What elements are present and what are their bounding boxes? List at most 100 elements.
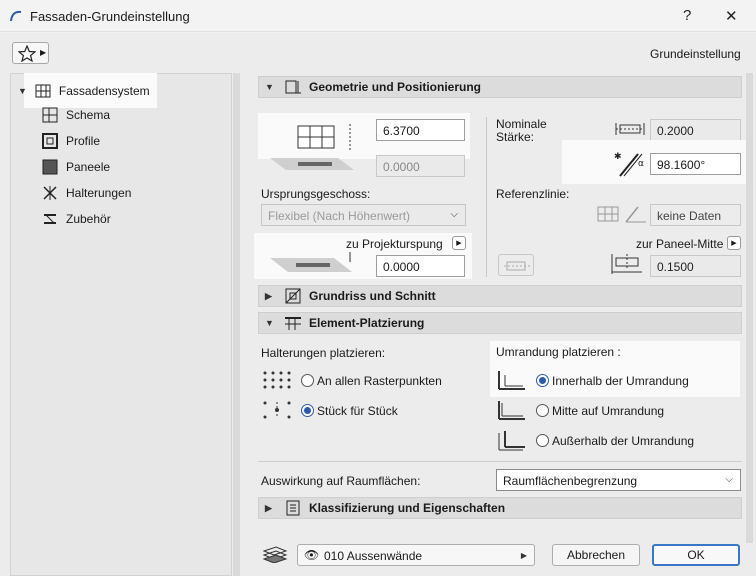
mount-all-radio[interactable] (301, 374, 314, 387)
close-button[interactable]: ✕ (725, 7, 738, 25)
project-origin-input[interactable]: 0.0000 (376, 255, 465, 277)
svg-text:✱: ✱ (614, 152, 622, 162)
tree-item-zubehoer[interactable]: Zubehör (42, 208, 111, 230)
column-divider (486, 117, 487, 277)
project-origin-arrow-button[interactable]: ▶ (452, 236, 466, 250)
panel-center-label: zur Paneel-Mitte (636, 237, 724, 251)
chevron-down-icon: ▼ (265, 318, 274, 328)
triangle-right-icon: ▶ (40, 48, 47, 57)
tree-item-paneele[interactable]: Paneele (42, 156, 110, 178)
cancel-button[interactable]: Abbrechen (552, 544, 640, 566)
svg-text:α: α (638, 159, 644, 169)
piece-by-piece-icon (263, 401, 291, 419)
reference-line-value: keine Daten (650, 204, 741, 226)
reference-line-icon (597, 206, 646, 223)
all-grid-points-icon (263, 371, 291, 389)
curtain-wall-icon (35, 84, 51, 97)
height-input[interactable]: 6.3700 (376, 119, 465, 141)
tree-root-label: Fassadensystem (58, 83, 150, 98)
settings-scrollbar[interactable] (746, 73, 753, 543)
thickness-input: 0.2000 (650, 119, 741, 141)
profile-icon (42, 133, 58, 149)
triangle-right-icon: ▶ (265, 502, 272, 513)
classification-icon (286, 500, 300, 516)
tree-item-label: Paneele (66, 160, 111, 174)
layer-select[interactable]: 👁 010 Aussenwände ▶ (297, 544, 535, 566)
floorplan-section-icon (285, 288, 301, 304)
tree-scrollbar[interactable] (233, 73, 240, 576)
origin-story-label: Ursprungsgeschoss: (261, 187, 371, 201)
border-center-icon (498, 401, 525, 420)
height-diagram-icon (270, 124, 354, 170)
mount-piece-label: Stück für Stück (317, 404, 398, 418)
section-classification-header[interactable]: ▶ Klassifizierung und Eigenschaften (258, 497, 742, 519)
chevron-down-icon: ▼ (265, 82, 274, 92)
border-inside-radio[interactable] (536, 374, 549, 387)
offset-diagram-button[interactable] (498, 254, 534, 276)
border-outside-radio[interactable] (536, 434, 549, 447)
section-placement-header[interactable]: ▼ Element-Platzierung (258, 312, 742, 334)
border-center-label: Mitte auf Umrandung (552, 404, 665, 418)
panel-center-input: 0.1500 (650, 255, 741, 277)
border-center-radio[interactable] (536, 404, 549, 417)
project-origin-diagram-icon (270, 252, 352, 272)
separator (258, 461, 742, 462)
schema-icon (42, 107, 58, 123)
reference-line-label: Referenzlinie: (496, 187, 570, 201)
tree-item-label: Zubehör (66, 212, 111, 226)
chevron-down-icon: ▼ (18, 85, 27, 96)
zones-label: Auswirkung auf Raumflächen: (261, 474, 421, 488)
section-title: Klassifizierung und Eigenschaften (309, 501, 506, 515)
border-outside-label: Außerhalb der Umrandung (552, 434, 695, 448)
panel-center-arrow-button[interactable]: ▶ (727, 236, 741, 250)
tree-item-label: Profile (66, 134, 101, 148)
border-inside-icon (498, 371, 525, 390)
placement-icon (285, 317, 301, 330)
layer-value: 010 Aussenwände (324, 549, 423, 563)
star-icon (18, 45, 36, 62)
tree-item-profile[interactable]: Profile (42, 130, 100, 152)
border-inside-label: Innerhalb der Umrandung (552, 374, 689, 388)
border-outside-icon (498, 431, 525, 451)
zones-select[interactable]: Raumflächenbegrenzung ⌵ (496, 469, 741, 491)
angle-input[interactable]: 98.1600° (650, 153, 741, 175)
border-label: Umrandung platzieren : (496, 345, 621, 359)
mounts-label: Halterungen platzieren: (261, 346, 386, 360)
nominal-label-1: Nominale (496, 117, 547, 131)
window-title: Fassaden-Grundeinstellung (30, 9, 190, 24)
origin-story-value: Flexibel (Nach Höhenwert) (268, 209, 411, 223)
accessory-icon (44, 214, 56, 224)
nominal-label-2: Stärke: (496, 130, 535, 144)
angle-icon: ✱ α (614, 152, 644, 177)
triangle-right-icon: ▶ (265, 290, 272, 301)
junction-icon (43, 186, 57, 200)
chevron-down-icon: ⌵ (725, 474, 733, 485)
preset-label: Grundeinstellung (650, 47, 741, 61)
eye-icon: 👁 (304, 548, 320, 562)
section-floorplan-header[interactable]: ▶ Grundriss und Schnitt (258, 285, 742, 307)
panel-icon (42, 159, 58, 175)
origin-story-select: Flexibel (Nach Höhenwert) ⌵ (261, 204, 466, 226)
section-title: Grundriss und Schnitt (309, 289, 436, 303)
tree-item-label: Schema (66, 108, 111, 122)
ok-button[interactable]: OK (652, 544, 740, 566)
thickness-icon (615, 123, 645, 135)
favorites-button[interactable]: ▶ (12, 42, 49, 64)
tree-item-fassadensystem[interactable]: ▼ Fassadensystem (18, 73, 157, 108)
help-button[interactable]: ? (683, 7, 691, 24)
mount-piece-radio[interactable] (301, 404, 314, 417)
triangle-right-icon: ▶ (520, 551, 527, 560)
panel-offset-icon (504, 261, 530, 271)
section-title: Element-Platzierung (309, 316, 425, 330)
layer-icon (262, 546, 288, 563)
offset-input: 0.0000 (376, 155, 465, 177)
archicad-logo-icon (10, 10, 22, 22)
tree-item-label: Halterungen (66, 186, 132, 200)
project-origin-label: zu Projekturspung (346, 237, 443, 251)
tree-item-halterungen[interactable]: Halterungen (42, 182, 131, 204)
title-bar: Fassaden-Grundeinstellung ? ✕ (0, 0, 756, 32)
section-geometry-header[interactable]: ▼ Geometrie und Positionierung (258, 76, 742, 98)
tree-item-schema[interactable]: Schema (42, 104, 110, 126)
section-title: Geometrie und Positionierung (309, 80, 482, 94)
mount-all-label: An allen Rasterpunkten (317, 374, 442, 388)
